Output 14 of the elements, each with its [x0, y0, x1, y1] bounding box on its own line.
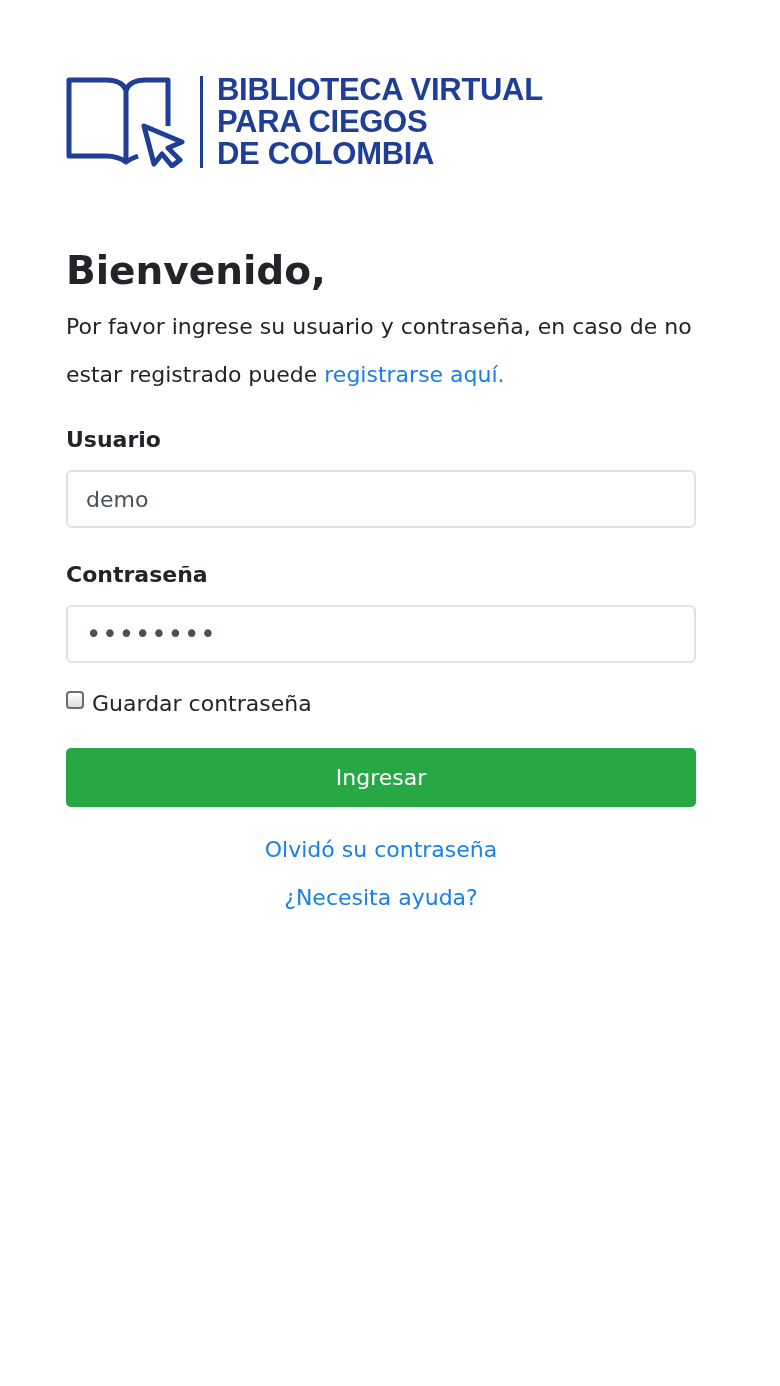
input-field[interactable]: •••••••• [66, 605, 696, 663]
logo-text: PARA CIEGOS [217, 106, 429, 138]
login-button[interactable]: Ingresar [66, 748, 696, 807]
field-label: Usuario [66, 427, 162, 452]
remember-label: Guardar contraseña [92, 691, 312, 716]
logo-text: DE COLOMBIA [217, 138, 436, 170]
intro-text: Por favor ingrese su usuario y contraseña, en caso de no estar registrado puede registrarse aquí. [66, 313, 693, 389]
help-link[interactable]: Olvidó su contraseña [264, 829, 498, 871]
logo-text: BIBLIOTECA VIRTUAL [217, 74, 543, 106]
input-field[interactable]: demo [66, 470, 696, 528]
register-link[interactable]: registrarse aquí. [324, 362, 505, 387]
welcome-heading: Bienvenido, [66, 248, 327, 293]
help-link[interactable]: ¿Necesita ayuda? [284, 877, 478, 919]
field-label: Contraseña [66, 562, 209, 587]
